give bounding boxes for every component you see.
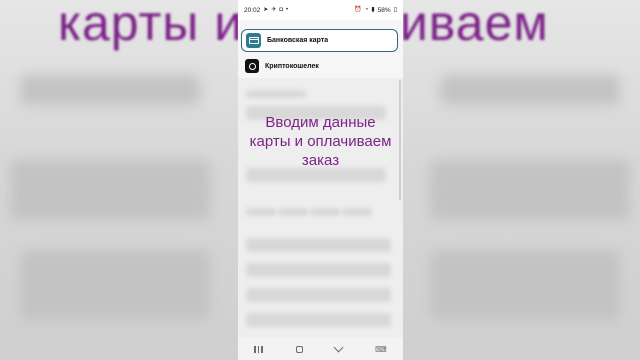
telegram-icon: ✈ bbox=[271, 7, 277, 13]
payment-option-label: Криптокошелек bbox=[265, 62, 319, 70]
battery-level: 58% bbox=[377, 6, 391, 14]
blurred-keyboard-row bbox=[246, 313, 391, 327]
recents-icon[interactable] bbox=[254, 345, 263, 353]
blurred-keyboard-row bbox=[246, 238, 391, 252]
blurred-keyboard-row bbox=[246, 263, 391, 277]
payment-option-bank-card[interactable]: Банковская карта bbox=[241, 29, 398, 52]
alarm-icon: ⏰ bbox=[354, 7, 362, 13]
battery-icon: ▯ bbox=[393, 7, 397, 13]
backdrop-blob bbox=[440, 75, 620, 105]
blurred-key bbox=[310, 208, 340, 216]
blurred-keyboard-row bbox=[246, 288, 391, 302]
dot-icon: • bbox=[285, 7, 289, 13]
blurred-key bbox=[246, 208, 276, 216]
payment-option-crypto-wallet[interactable]: Криптокошелек bbox=[241, 56, 398, 76]
backdrop-blob bbox=[20, 250, 210, 320]
backdrop-blob bbox=[10, 160, 210, 220]
phone-screen: 20:02 ➤ ✈ ◘ • ⏰ ◔ ▮ 58% ▯ Банковская кар… bbox=[238, 0, 403, 360]
notification-icon: ◘ bbox=[279, 7, 283, 13]
blurred-field-label bbox=[246, 90, 306, 98]
bank-card-icon bbox=[246, 33, 261, 48]
blurred-field bbox=[246, 168, 386, 182]
blurred-key bbox=[342, 208, 372, 216]
keyboard-icon[interactable]: ⌨ bbox=[375, 345, 387, 354]
backdrop-blob bbox=[20, 75, 200, 105]
back-icon[interactable] bbox=[333, 342, 344, 352]
status-bar: 20:02 ➤ ✈ ◘ • ⏰ ◔ ▮ 58% ▯ bbox=[238, 0, 403, 20]
blurred-key bbox=[278, 208, 308, 216]
crypto-wallet-icon bbox=[245, 59, 259, 73]
status-time: 20:02 bbox=[244, 6, 261, 14]
backdrop-blob bbox=[430, 250, 620, 320]
home-icon[interactable] bbox=[295, 345, 303, 353]
scrollbar[interactable] bbox=[399, 80, 401, 200]
backdrop-blob bbox=[430, 160, 630, 220]
wifi-icon: ◔ bbox=[364, 7, 369, 13]
overlay-caption: Вводим данные карты и оплачиваем заказ bbox=[249, 114, 392, 169]
signal-icon: ▮ bbox=[371, 7, 375, 13]
navigation-icon: ➤ bbox=[263, 7, 269, 13]
payment-option-label: Банковская карта bbox=[267, 37, 329, 44]
android-nav-bar: ⌨ bbox=[238, 338, 403, 360]
